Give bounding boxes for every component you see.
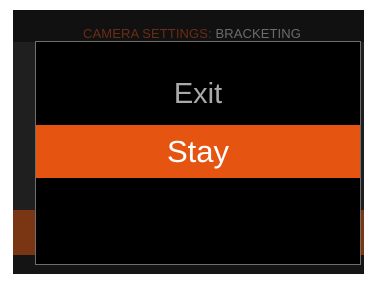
camera-screen: CAMERA SETTINGS: BRACKETING Exit Stay [13,10,364,274]
settings-category: CAMERA SETTINGS: [83,26,212,41]
exit-confirmation-dialog: Exit Stay [35,41,361,265]
screen-title: CAMERA SETTINGS: BRACKETING [83,26,301,42]
exit-option[interactable]: Exit [36,72,360,116]
stay-option[interactable]: Stay [36,125,360,178]
settings-page: BRACKETING [215,26,301,41]
